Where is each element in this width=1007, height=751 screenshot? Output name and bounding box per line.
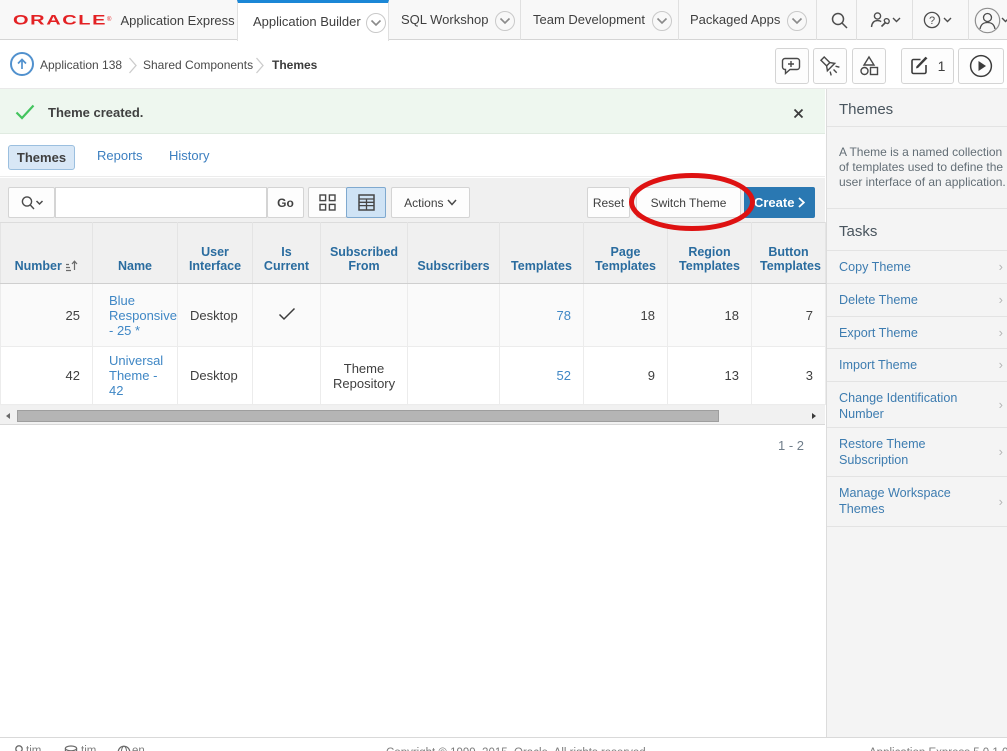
svg-text:?: ? <box>929 15 935 27</box>
